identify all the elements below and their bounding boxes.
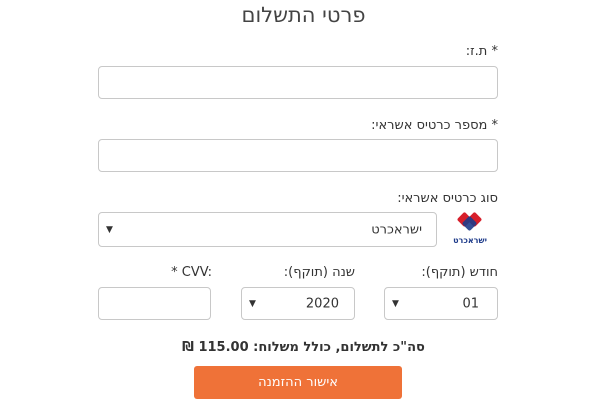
year-select[interactable]: ▼ 2020 [241,287,355,320]
id-label: * ת.ז: [465,44,498,59]
card-type-select[interactable]: ▼ ישראכרט [98,212,437,247]
month-label: חודש (תוקף): [421,265,498,280]
card-type-label: סוג כרטיס אשראי: [397,191,498,206]
month-select[interactable]: ▼ 01 [384,287,498,320]
chevron-down-icon: ▼ [392,298,399,309]
year-value: 2020 [305,296,339,311]
page-title: פרטי התשלום [241,3,366,27]
cvv-input[interactable] [98,287,211,320]
month-value: 01 [462,296,479,311]
total-amount: סה"כ לתשלום, כולל משלוח: 115.00 ₪ [182,340,425,355]
confirm-order-button[interactable]: אישור ההזמנה [194,366,402,399]
card-number-label: * מספר כרטיס אשראי: [371,118,498,133]
isracard-logo-text: ישראכרט [453,236,487,245]
isracard-logo-icon: ישראכרט [453,212,487,245]
card-number-input[interactable] [98,139,498,172]
cvv-label: * CVV: [171,265,212,280]
id-input[interactable] [98,66,498,99]
chevron-down-icon: ▼ [106,224,113,235]
chevron-down-icon: ▼ [249,298,256,309]
year-label: שנה (תוקף): [283,265,355,280]
card-type-value: ישראכרט [371,222,422,237]
